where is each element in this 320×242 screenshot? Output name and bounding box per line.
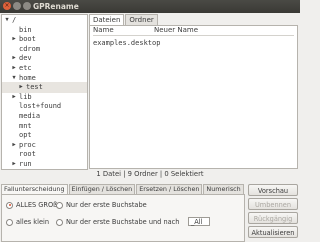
file-row[interactable]: examples.desktop xyxy=(93,39,160,47)
radio-all-lower-label: alles klein xyxy=(16,218,50,226)
undo-button[interactable]: Rückgängig xyxy=(248,212,298,224)
tree-item-label: run xyxy=(19,160,32,168)
preview-button[interactable]: Vorschau xyxy=(248,184,298,196)
rename-button[interactable]: Umbennen xyxy=(248,198,298,210)
radio-unselected-icon xyxy=(56,201,63,209)
maximize-window-button[interactable] xyxy=(23,2,31,10)
refresh-button[interactable]: Aktualisieren xyxy=(248,226,298,238)
title-bar: × GPRename xyxy=(0,0,300,13)
status-bar: 1 Datei | 9 Ordner | 0 Selektiert xyxy=(96,170,204,178)
radio-selected-icon xyxy=(6,201,13,209)
tab-insert-delete[interactable]: Einfügen / Löschen xyxy=(68,184,136,194)
radio-first-letter-label: Nur der erste Buchstabe xyxy=(66,201,147,209)
collapsed-arrow-icon[interactable]: ▶ xyxy=(11,159,17,169)
radio-all-lower[interactable]: alles klein xyxy=(6,218,49,226)
tab-replace-delete[interactable]: Ersetzen / Löschen xyxy=(136,184,203,194)
radio-all-upper[interactable]: ALLES GROß xyxy=(6,201,57,209)
radio-first-letter-after[interactable]: Nur der erste Buchstabe und nach xyxy=(56,218,179,226)
minimize-window-button[interactable] xyxy=(13,2,21,10)
radio-first-letter[interactable]: Nur der erste Buchstabe xyxy=(56,201,147,209)
radio-unselected-icon xyxy=(6,218,13,226)
window-title: GPRename xyxy=(33,2,79,11)
after-chars-input[interactable]: _All xyxy=(188,217,210,226)
tab-folders[interactable]: Ordner xyxy=(125,14,158,25)
file-list[interactable]: Name Neuer Name examples.desktop xyxy=(89,25,298,169)
radio-first-letter-after-label: Nur der erste Buchstabe und nach xyxy=(66,218,180,226)
column-new-name[interactable]: Neuer Name xyxy=(154,26,294,36)
directory-tree[interactable]: ▼ / bin ▶ boot cdrom ▶ dev ▶ etc ▼ home ▶ test ▶ lib los… xyxy=(1,14,88,170)
tree-item[interactable]: ▶ run xyxy=(2,159,87,169)
case-options-panel: ALLES GROß Nur der erste Buchstabe alles… xyxy=(1,194,245,242)
tab-numeric[interactable]: Numerisch xyxy=(203,184,244,194)
radio-all-upper-label: ALLES GROß xyxy=(16,201,58,209)
close-window-button[interactable]: × xyxy=(3,2,11,10)
radio-unselected-icon xyxy=(56,218,63,226)
file-pane: Dateien Ordner Name Neuer Name examples.… xyxy=(89,14,298,169)
